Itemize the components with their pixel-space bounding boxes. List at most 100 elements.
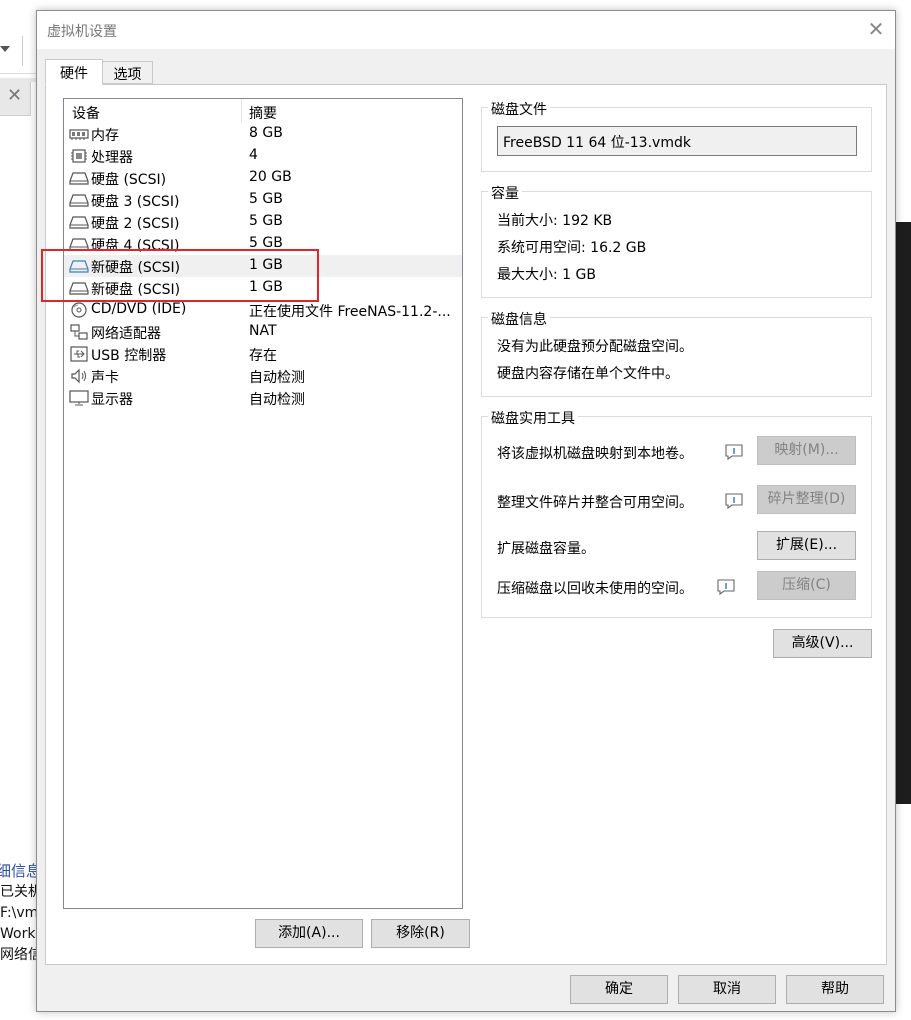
disk-file-group: 磁盘文件 FreeBSD 11 64 位-13.vmdk bbox=[481, 99, 872, 172]
title-bar[interactable]: 虚拟机设置 ✕ bbox=[37, 11, 895, 49]
device-row-new-hard-disk[interactable]: 新硬盘 (SCSI) 1 GB bbox=[64, 277, 462, 299]
background-info-line: 已关机 bbox=[0, 884, 42, 900]
device-row-cd-dvd[interactable]: CD/DVD (IDE) 正在使用文件 FreeNAS-11.2-... bbox=[64, 299, 462, 321]
device-name: USB 控制器 bbox=[91, 348, 167, 364]
device-name: 内存 bbox=[91, 128, 119, 144]
tab-options[interactable]: 选项 bbox=[103, 61, 153, 84]
device-row-hard-disk-3[interactable]: 硬盘 3 (SCSI) 5 GB bbox=[64, 189, 462, 211]
hardware-panel: 设备 摘要 内存 8 GB 处理器 4 硬盘 (SCSI) 20 GB 硬盘 3… bbox=[41, 84, 887, 965]
device-row-usb-controller[interactable]: USB 控制器 存在 bbox=[64, 343, 462, 365]
disk-info-group: 磁盘信息 没有为此硬盘预分配磁盘空间。 硬盘内容存储在单个文件中。 bbox=[481, 309, 872, 397]
column-header-summary[interactable]: 摘要 bbox=[249, 103, 277, 123]
hard-disk-icon bbox=[69, 282, 89, 295]
help-button[interactable]: 帮助 bbox=[786, 975, 884, 1004]
device-name: 硬盘 (SCSI) bbox=[91, 172, 167, 188]
close-icon[interactable]: ✕ bbox=[865, 17, 887, 41]
hard-disk-icon bbox=[69, 172, 89, 185]
memory-icon bbox=[69, 129, 89, 140]
hard-disk-icon bbox=[69, 194, 89, 207]
device-summary: 1 GB bbox=[249, 279, 283, 295]
background-info-title: 细信息 bbox=[0, 862, 42, 880]
usb-icon bbox=[70, 346, 88, 362]
device-row-hard-disk[interactable]: 硬盘 (SCSI) 20 GB bbox=[64, 167, 462, 189]
info-tip-icon[interactable] bbox=[725, 444, 743, 460]
device-summary: 4 bbox=[249, 147, 258, 163]
tab-hardware[interactable]: 硬件 bbox=[45, 59, 103, 85]
device-summary: 正在使用文件 FreeNAS-11.2-... bbox=[249, 304, 451, 320]
device-summary: 5 GB bbox=[249, 235, 283, 251]
list-header: 设备 摘要 bbox=[64, 99, 462, 123]
expand-button[interactable]: 扩展(E)... bbox=[757, 531, 856, 560]
dialog-title: 虚拟机设置 bbox=[47, 24, 117, 40]
device-name: 硬盘 4 (SCSI) bbox=[91, 238, 180, 254]
device-summary: 存在 bbox=[249, 348, 277, 364]
device-summary: 自动检测 bbox=[249, 370, 305, 386]
background-info-line: F:\vm bbox=[0, 905, 39, 921]
defrag-description: 整理文件碎片并整合可用空间。 bbox=[497, 495, 693, 511]
device-name: 处理器 bbox=[91, 150, 133, 166]
device-summary: 5 GB bbox=[249, 213, 283, 229]
background-info-panel: 细信息 已关机 F:\vm Work 网络信 bbox=[0, 860, 42, 966]
disk-file-field[interactable]: FreeBSD 11 64 位-13.vmdk bbox=[497, 126, 857, 156]
display-icon bbox=[69, 390, 89, 406]
cd-dvd-icon bbox=[71, 302, 87, 318]
device-name: 声卡 bbox=[91, 370, 119, 386]
vm-settings-dialog: 虚拟机设置 ✕ 硬件 选项 设备 摘要 内存 8 GB 处理器 4 硬盘 (SC… bbox=[36, 10, 896, 1012]
dropdown-arrow-icon[interactable] bbox=[0, 46, 10, 52]
cancel-button[interactable]: 取消 bbox=[678, 975, 776, 1004]
compact-button[interactable]: 压缩(C) bbox=[757, 571, 856, 600]
device-summary: 8 GB bbox=[249, 125, 283, 141]
add-button[interactable]: 添加(A)... bbox=[255, 919, 363, 948]
device-row-hard-disk-2[interactable]: 硬盘 2 (SCSI) 5 GB bbox=[64, 211, 462, 233]
network-adapter-icon bbox=[70, 324, 88, 340]
device-name: 新硬盘 (SCSI) bbox=[91, 282, 181, 298]
info-tip-icon[interactable] bbox=[717, 579, 735, 595]
sound-icon bbox=[71, 368, 86, 384]
background-info-line: Work bbox=[0, 926, 36, 942]
compact-description: 压缩磁盘以回收未使用的空间。 bbox=[497, 581, 693, 597]
device-name: 硬盘 3 (SCSI) bbox=[91, 194, 180, 210]
group-title: 磁盘文件 bbox=[488, 99, 550, 119]
device-name: CD/DVD (IDE) bbox=[91, 301, 187, 317]
current-size-text: 当前大小: 192 KB bbox=[497, 213, 613, 229]
device-summary: 20 GB bbox=[249, 169, 292, 185]
remove-button[interactable]: 移除(R) bbox=[371, 919, 470, 948]
device-name: 新硬盘 (SCSI) bbox=[91, 260, 181, 276]
device-summary: 自动检测 bbox=[249, 392, 305, 408]
background-info-line: 网络信 bbox=[0, 947, 42, 963]
device-row-memory[interactable]: 内存 8 GB bbox=[64, 123, 462, 145]
device-name: 网络适配器 bbox=[91, 326, 161, 342]
group-title: 磁盘信息 bbox=[488, 309, 550, 329]
disk-tools-group: 磁盘实用工具 将该虚拟机磁盘映射到本地卷。 映射(M)... 整理文件碎片并整合… bbox=[481, 408, 872, 618]
device-summary: 5 GB bbox=[249, 191, 283, 207]
defrag-button[interactable]: 碎片整理(D) bbox=[757, 485, 856, 514]
device-row-sound-card[interactable]: 声卡 自动检测 bbox=[64, 365, 462, 387]
close-icon[interactable]: ✕ bbox=[7, 86, 22, 106]
column-header-device[interactable]: 设备 bbox=[72, 103, 100, 123]
available-space-text: 系统可用空间: 16.2 GB bbox=[497, 240, 647, 256]
info-tip-icon[interactable] bbox=[725, 493, 743, 509]
device-row-hard-disk-4[interactable]: 硬盘 4 (SCSI) 5 GB bbox=[64, 233, 462, 255]
device-list[interactable]: 设备 摘要 内存 8 GB 处理器 4 硬盘 (SCSI) 20 GB 硬盘 3… bbox=[41, 98, 463, 909]
background-dark-panel bbox=[895, 222, 911, 804]
toolbar-separator bbox=[22, 36, 23, 66]
advanced-button[interactable]: 高级(V)... bbox=[773, 629, 872, 658]
column-separator[interactable] bbox=[241, 99, 242, 123]
hard-disk-icon bbox=[69, 216, 89, 229]
device-row-processor[interactable]: 处理器 4 bbox=[64, 145, 462, 167]
expand-description: 扩展磁盘容量。 bbox=[497, 541, 595, 557]
map-button[interactable]: 映射(M)... bbox=[757, 436, 856, 465]
group-title: 容量 bbox=[488, 183, 522, 203]
device-summary: 1 GB bbox=[249, 257, 283, 273]
hard-disk-icon bbox=[69, 238, 89, 251]
ok-button[interactable]: 确定 bbox=[570, 975, 668, 1004]
hard-disk-icon bbox=[69, 260, 89, 273]
device-name: 显示器 bbox=[91, 392, 133, 408]
group-title: 磁盘实用工具 bbox=[488, 408, 578, 428]
device-row-new-hard-disk[interactable]: 新硬盘 (SCSI) 1 GB bbox=[64, 255, 462, 277]
disk-info-line: 硬盘内容存储在单个文件中。 bbox=[497, 366, 679, 382]
device-row-display[interactable]: 显示器 自动检测 bbox=[64, 387, 462, 409]
device-row-network-adapter[interactable]: 网络适配器 NAT bbox=[64, 321, 462, 343]
map-description: 将该虚拟机磁盘映射到本地卷。 bbox=[497, 446, 693, 462]
max-size-text: 最大大小: 1 GB bbox=[497, 267, 596, 283]
